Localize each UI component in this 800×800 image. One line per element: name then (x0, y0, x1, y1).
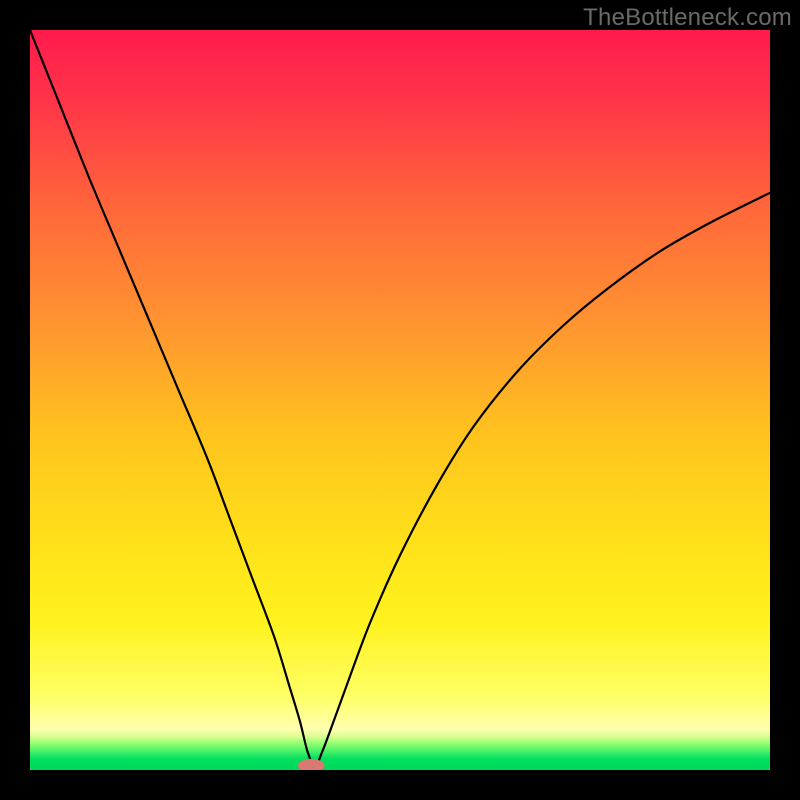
watermark-text: TheBottleneck.com (583, 4, 792, 32)
chart-svg (30, 30, 770, 770)
outer-frame: TheBottleneck.com (0, 0, 800, 800)
gradient-background (30, 30, 770, 770)
chart-area (30, 30, 770, 770)
